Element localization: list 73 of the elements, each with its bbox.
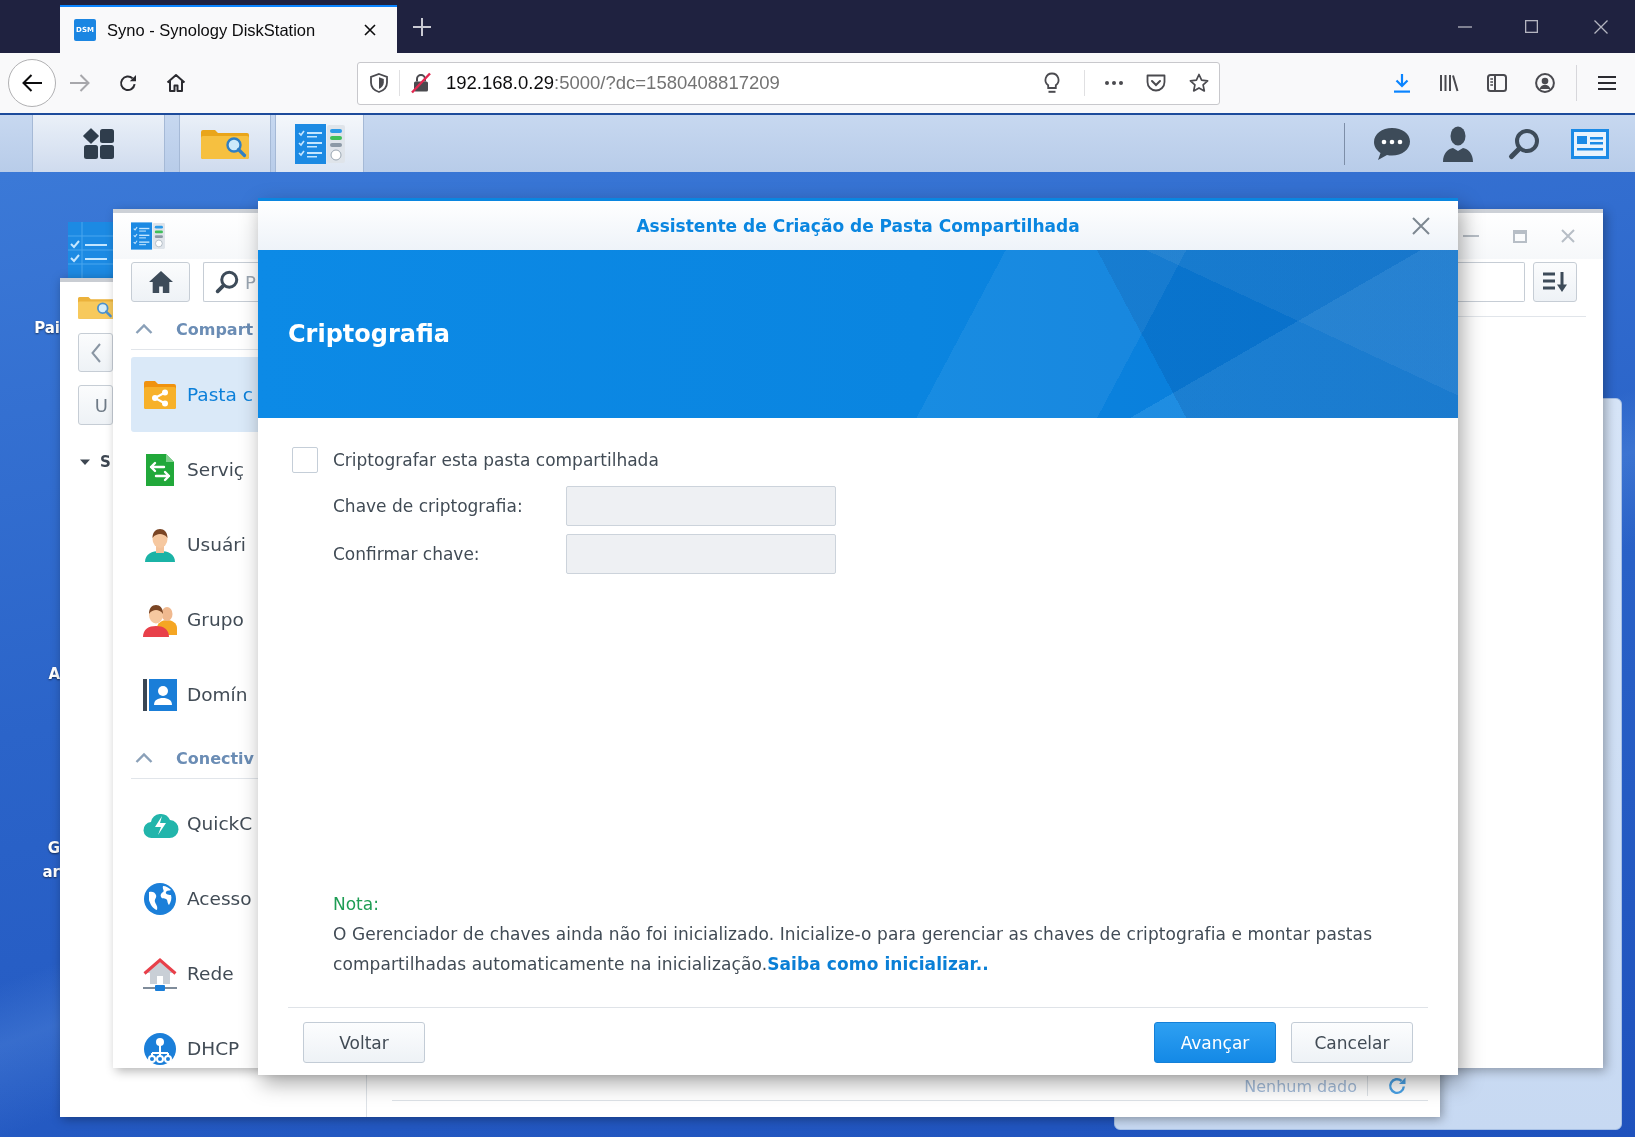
star-icon[interactable] [1189,73,1209,93]
plus-icon[interactable] [413,17,431,36]
search-field[interactable]: P [203,262,258,302]
account-icon[interactable] [1535,73,1555,93]
folder-search-icon [201,128,249,159]
toolbar-button[interactable]: U [78,385,113,425]
back-button[interactable]: Voltar [303,1022,425,1063]
home-icon [147,270,174,294]
checklist-icon[interactable] [68,222,113,278]
sidebar-item[interactable]: Grupo [131,602,258,637]
field-label: Chave de criptografia: [333,496,524,516]
pocket-icon[interactable] [1146,74,1166,92]
note-text: O Gerenciador de chaves ainda não foi inicializado. Inicialize-o para gerenciar as chaves de criptografia e montar pastas compartilhadas automaticamente na inicialização.Saiba como inicializar.. [333,923,1374,976]
maximize-icon[interactable] [1525,20,1538,33]
sort-icon [1543,271,1567,293]
tree-node[interactable]: S [78,450,111,474]
house-network-icon [143,956,177,991]
back-button[interactable] [8,59,56,107]
cancel-button[interactable]: Cancelar [1291,1022,1413,1063]
sidebar-item[interactable]: Domín [131,677,258,712]
card-icon[interactable] [1571,128,1609,159]
search-field[interactable] [1458,262,1525,302]
menu-icon[interactable] [1598,75,1616,91]
search-icon [215,270,239,294]
sidebar-item[interactable]: Rede [131,956,258,991]
close-icon[interactable] [364,24,376,36]
shield-icon[interactable] [370,73,388,93]
download-icon[interactable] [1392,73,1412,93]
home-button[interactable] [131,262,190,302]
chat-icon[interactable] [1373,126,1411,161]
checklist-icon [131,221,165,251]
checkbox[interactable] [292,447,318,473]
arrows-document-icon [143,452,177,487]
sidebar-item[interactable]: Serviç [131,452,258,487]
lightbulb-icon[interactable] [1044,72,1060,94]
checklist-icon [294,123,345,164]
close-icon[interactable] [1594,19,1608,34]
more-icon[interactable] [1105,81,1123,85]
library-icon[interactable] [1439,74,1459,92]
note-heading: Nota: [333,893,380,916]
icon-label: Pai [34,318,60,339]
field-label: Confirmar chave: [333,544,481,564]
globe-icon [143,881,177,916]
sidebar-icon[interactable] [1487,74,1507,92]
sort-button[interactable] [1533,262,1577,302]
left-arrow-icon [22,74,42,92]
status-text: Nenhum dado [1244,1076,1357,1096]
address-bar[interactable]: 192.168.0.29:5000/?dc=1580408817209 [357,61,1220,105]
sidebar-item[interactable]: QuickC [131,806,258,841]
person-icon [143,527,177,562]
home-icon[interactable] [166,73,186,93]
minimize-icon[interactable] [1458,25,1472,28]
icon-label: A [48,664,60,685]
people-icon [143,602,177,637]
icon-label: G ar [42,838,60,883]
chevron-left-icon [90,342,101,363]
search-icon[interactable] [1508,127,1540,160]
taskbar-button[interactable] [179,115,271,172]
main-menu-button[interactable] [32,115,165,172]
dialog-title: Assistente de Criação de Pasta Compartilhada [636,215,1080,236]
taskbar-button[interactable] [275,115,364,172]
step-title: Criptografia [288,320,450,348]
sidebar-item[interactable]: DHCP [131,1031,258,1066]
crossed-lock-icon[interactable] [411,73,431,93]
reload-icon[interactable] [119,74,137,92]
sidebar-item[interactable]: Acesso [131,881,258,916]
refresh-icon[interactable] [1388,1077,1406,1095]
user-icon[interactable] [1443,125,1473,162]
sidebar-item[interactable]: Usuári [131,527,258,562]
grid-icon [82,127,115,160]
checkbox-label: Criptografar esta pasta compartilhada [333,450,659,470]
help-link[interactable]: Saiba como inicializar.. [767,954,989,974]
contact-card-icon [143,677,177,712]
